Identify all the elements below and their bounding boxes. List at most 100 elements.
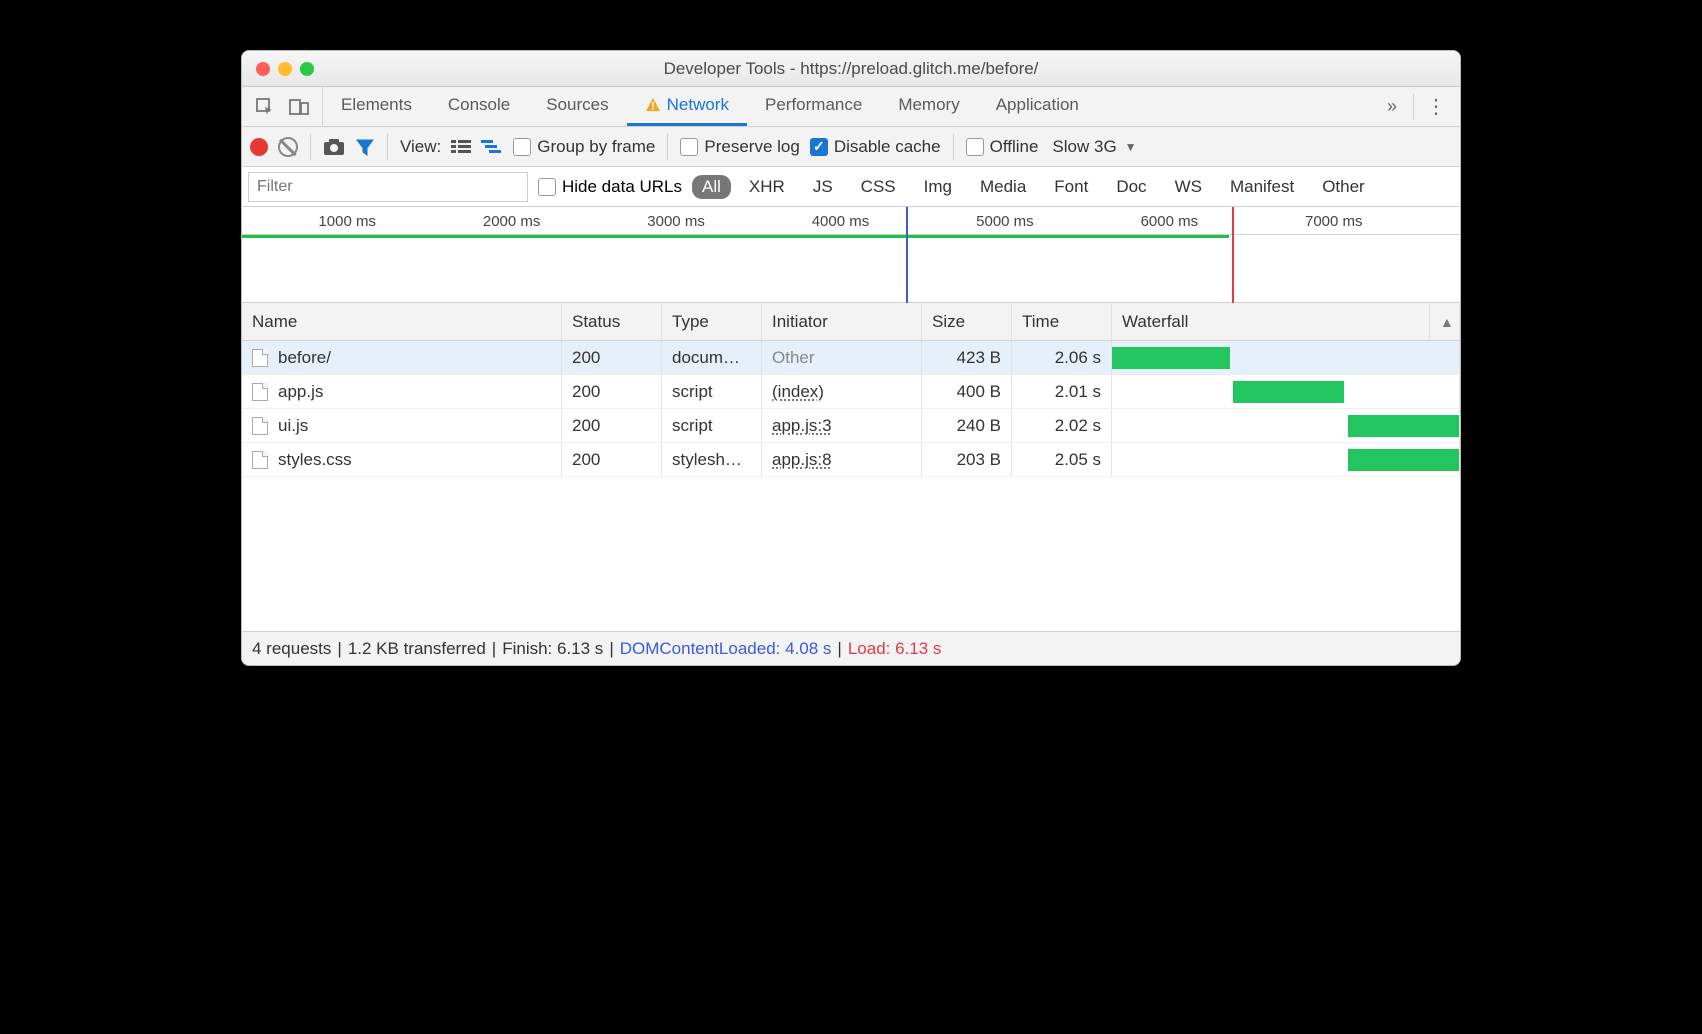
table-header-row: Name Status Type Initiator Size Time Wat… — [242, 303, 1460, 341]
request-row[interactable]: styles.css200stylesh…app.js:8203 B2.05 s — [242, 443, 1460, 477]
tab-sources[interactable]: Sources — [528, 87, 626, 126]
cell-type: stylesh… — [662, 443, 762, 476]
status-dcl: DOMContentLoaded: 4.08 s — [620, 639, 832, 659]
col-type[interactable]: Type — [662, 303, 762, 340]
filter-input[interactable] — [248, 172, 528, 202]
col-time[interactable]: Time — [1012, 303, 1112, 340]
cell-initiator[interactable]: (index) — [762, 375, 922, 408]
window-titlebar: Developer Tools - https://preload.glitch… — [242, 51, 1460, 87]
col-size[interactable]: Size — [922, 303, 1012, 340]
preserve-log-checkbox[interactable] — [680, 138, 698, 156]
tab-console[interactable]: Console — [430, 87, 528, 126]
filter-type-other[interactable]: Other — [1312, 175, 1375, 199]
tab-memory[interactable]: Memory — [880, 87, 977, 126]
filter-type-ws[interactable]: WS — [1165, 175, 1212, 199]
network-statusbar: 4 requests | 1.2 KB transferred | Finish… — [242, 631, 1460, 665]
tab-elements[interactable]: Elements — [323, 87, 430, 126]
filter-type-css[interactable]: CSS — [851, 175, 906, 199]
file-icon — [252, 383, 268, 401]
waterfall-view-icon[interactable] — [481, 139, 503, 155]
waterfall-bar — [1348, 449, 1460, 471]
status-requests: 4 requests — [252, 639, 331, 659]
col-name[interactable]: Name — [242, 303, 562, 340]
col-initiator[interactable]: Initiator — [762, 303, 922, 340]
load-marker-line — [1232, 207, 1234, 303]
waterfall-bar — [1112, 347, 1230, 369]
cell-name: ui.js — [242, 409, 562, 442]
devtools-window: Developer Tools - https://preload.glitch… — [241, 50, 1461, 666]
request-row[interactable]: before/200docum…Other423 B2.06 s — [242, 341, 1460, 375]
cell-name: app.js — [242, 375, 562, 408]
cell-initiator[interactable]: app.js:3 — [762, 409, 922, 442]
tab-network[interactable]: Network — [627, 87, 747, 126]
preserve-log-toggle[interactable]: Preserve log — [680, 137, 799, 157]
file-icon — [252, 417, 268, 435]
cell-status: 200 — [562, 409, 662, 442]
offline-checkbox[interactable] — [966, 138, 984, 156]
timeline-tick: 1000 ms — [318, 213, 376, 230]
cell-waterfall — [1112, 375, 1460, 408]
filter-type-js[interactable]: JS — [803, 175, 843, 199]
col-waterfall[interactable]: Waterfall — [1112, 303, 1430, 340]
record-button[interactable] — [250, 138, 268, 156]
large-rows-icon[interactable] — [451, 139, 471, 155]
timeline-tick: 3000 ms — [647, 213, 705, 230]
filter-type-font[interactable]: Font — [1044, 175, 1098, 199]
status-finish: Finish: 6.13 s — [502, 639, 603, 659]
cell-size: 240 B — [922, 409, 1012, 442]
cell-initiator[interactable]: app.js:8 — [762, 443, 922, 476]
cell-status: 200 — [562, 375, 662, 408]
inspect-element-icon[interactable] — [250, 92, 280, 122]
overflow-tabs-icon[interactable]: » — [1379, 96, 1405, 117]
filter-type-doc[interactable]: Doc — [1106, 175, 1156, 199]
timeline-tick: 5000 ms — [976, 213, 1034, 230]
screenshot-icon[interactable] — [323, 138, 345, 156]
cell-time: 2.06 s — [1012, 341, 1112, 374]
window-minimize-button[interactable] — [278, 62, 292, 76]
hide-data-urls-checkbox[interactable] — [538, 178, 556, 196]
tab-list: ElementsConsoleSourcesNetworkPerformance… — [323, 87, 1097, 126]
network-overview-timeline[interactable]: 1000 ms2000 ms3000 ms4000 ms5000 ms6000 … — [242, 207, 1460, 303]
cell-type: script — [662, 409, 762, 442]
group-by-frame-toggle[interactable]: Group by frame — [513, 137, 655, 157]
waterfall-bar — [1233, 381, 1344, 403]
window-close-button[interactable] — [256, 62, 270, 76]
throttling-select[interactable]: Slow 3G ▼ — [1052, 137, 1136, 157]
filter-type-manifest[interactable]: Manifest — [1220, 175, 1304, 199]
filter-type-img[interactable]: Img — [914, 175, 962, 199]
network-toolbar: View: Group by frame Preserve log Disabl… — [242, 127, 1460, 167]
window-zoom-button[interactable] — [300, 62, 314, 76]
toggle-device-icon[interactable] — [284, 92, 314, 122]
hide-data-urls-toggle[interactable]: Hide data URLs — [538, 177, 682, 197]
cell-type: docum… — [662, 341, 762, 374]
col-status[interactable]: Status — [562, 303, 662, 340]
cell-type: script — [662, 375, 762, 408]
timeline-body — [242, 235, 1460, 303]
requests-table: Name Status Type Initiator Size Time Wat… — [242, 303, 1460, 631]
disable-cache-checkbox[interactable] — [810, 138, 828, 156]
filter-toggle-icon[interactable] — [355, 137, 375, 157]
overview-activity-bar — [242, 235, 1229, 238]
request-row[interactable]: ui.js200scriptapp.js:3240 B2.02 s — [242, 409, 1460, 443]
request-row[interactable]: app.js200script(index)400 B2.01 s — [242, 375, 1460, 409]
tab-performance[interactable]: Performance — [747, 87, 880, 126]
filter-type-xhr[interactable]: XHR — [739, 175, 795, 199]
cell-time: 2.01 s — [1012, 375, 1112, 408]
cell-name: before/ — [242, 341, 562, 374]
tab-application[interactable]: Application — [978, 87, 1097, 126]
timeline-tick: 6000 ms — [1141, 213, 1199, 230]
offline-toggle[interactable]: Offline — [966, 137, 1039, 157]
devtools-menu-icon[interactable]: ⋮ — [1422, 94, 1450, 119]
cell-initiator: Other — [762, 341, 922, 374]
cell-size: 423 B — [922, 341, 1012, 374]
group-by-frame-checkbox[interactable] — [513, 138, 531, 156]
filter-type-media[interactable]: Media — [970, 175, 1036, 199]
file-icon — [252, 451, 268, 469]
cell-waterfall — [1112, 443, 1460, 476]
filter-type-all[interactable]: All — [692, 175, 731, 199]
disable-cache-toggle[interactable]: Disable cache — [810, 137, 941, 157]
warning-icon — [645, 97, 661, 113]
dropdown-caret-icon: ▼ — [1125, 140, 1137, 154]
clear-button[interactable] — [278, 137, 298, 157]
cell-status: 200 — [562, 443, 662, 476]
